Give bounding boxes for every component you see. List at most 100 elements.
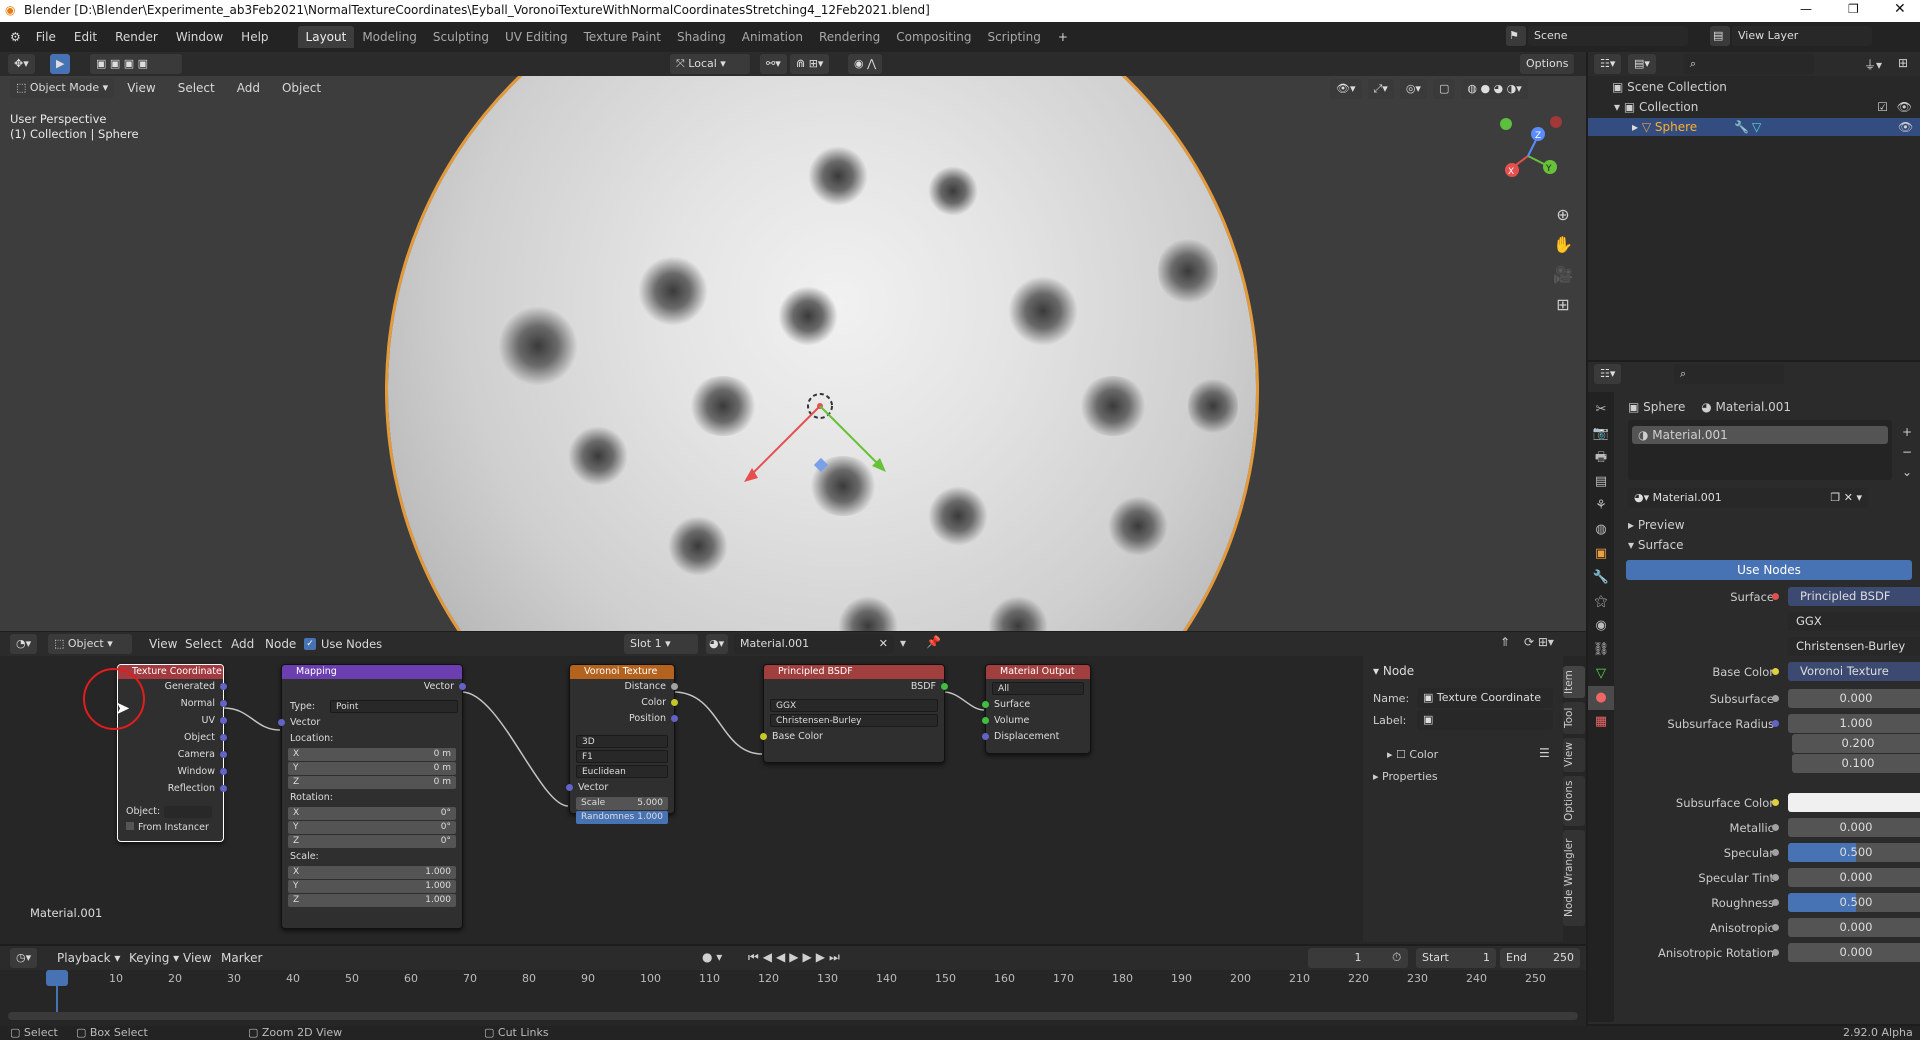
parent-node-icon[interactable]: ⇑ <box>1500 635 1510 649</box>
object-tab-icon[interactable]: ▣ <box>1588 542 1614 566</box>
proportional-edit-icon[interactable]: ◉ ⋀ <box>848 54 883 74</box>
shading-modes-icon[interactable]: ◍ ● ◕ ◑▾ <box>1461 79 1528 99</box>
node-mapping-title[interactable]: Mapping <box>282 665 462 679</box>
shader-type-dropdown[interactable]: ⬚ Object ▾ <box>48 634 132 654</box>
transform-gizmo[interactable] <box>740 376 920 556</box>
zoom-icon[interactable]: ⊕ <box>1553 200 1573 230</box>
prop-value[interactable]: 0.000 <box>1788 943 1920 962</box>
bsdf-base-color-input[interactable]: Base Color <box>760 729 944 745</box>
prop-value[interactable]: 0.000 <box>1788 818 1920 837</box>
physics-tab-icon[interactable]: ◉ <box>1588 614 1614 638</box>
modifier-tab-icon[interactable]: 🔧 <box>1588 566 1614 590</box>
prop-value[interactable]: 0.200 <box>1792 734 1920 753</box>
remove-slot-icon[interactable]: − <box>1902 442 1912 462</box>
node-color-toggle[interactable]: ▸ ☐ Color <box>1387 748 1438 761</box>
viewport-menu-object[interactable]: Object <box>273 78 330 98</box>
playhead[interactable] <box>46 970 68 986</box>
menu-window[interactable]: Window <box>167 26 232 48</box>
preview-panel-toggle[interactable]: ▸ Preview <box>1628 518 1685 532</box>
add-workspace-icon[interactable]: + <box>1049 26 1077 48</box>
filter-icon[interactable]: ⏚▾ <box>1864 56 1882 73</box>
node-panel-header[interactable]: ▾ Node <box>1373 664 1414 678</box>
menu-help[interactable]: Help <box>232 26 277 48</box>
object-mode-dropdown[interactable]: ⬚ Object Mode ▾ <box>10 78 115 98</box>
collection-checkbox[interactable]: ☑ <box>1877 100 1888 114</box>
socket-reflection[interactable]: Reflection <box>118 781 227 798</box>
location-y[interactable]: Y0 m <box>288 762 456 775</box>
outliner-editor-icon[interactable]: ☷▾ <box>1594 54 1622 74</box>
prop-value[interactable]: GGX <box>1788 612 1920 631</box>
camera-icon[interactable]: 🎥 <box>1553 260 1573 290</box>
visibility-icon[interactable]: 👁▾ <box>1330 79 1362 99</box>
gizmo-icon[interactable]: ⤢▾ <box>1367 79 1394 99</box>
node-editor-type-icon[interactable]: ◔▾ <box>10 634 38 654</box>
tab-texture-paint[interactable]: Texture Paint <box>576 26 669 48</box>
editor-type-icon[interactable]: ✥▾ <box>8 54 35 74</box>
output-tab-icon[interactable]: 🖶 <box>1588 446 1614 470</box>
node-voronoi-title[interactable]: Voronoi Texture <box>570 665 674 679</box>
socket-dot-icon[interactable] <box>1772 899 1779 906</box>
tab-rendering[interactable]: Rendering <box>811 26 888 48</box>
bsdf-distribution-dropdown[interactable]: GGX <box>770 699 938 712</box>
socket-dot-icon[interactable] <box>1772 824 1779 831</box>
material-datablock-field[interactable]: ◕▾ Material.001 ❐ ✕ ▾ <box>1628 488 1868 508</box>
node-name-field[interactable]: ▣ Texture Coordinate <box>1417 688 1553 708</box>
rotation-x[interactable]: X 0° <box>288 807 456 820</box>
viewport-menu-select[interactable]: Select <box>169 78 224 98</box>
outliner[interactable]: ☷▾ ▤▾ ⌕ ⏚▾ ⊞ ▣ Scene Collection ▾ ▣ Coll… <box>1588 52 1920 360</box>
prop-value[interactable]: 0.500 <box>1788 843 1920 862</box>
start-frame-field[interactable]: Start 1 <box>1416 948 1496 968</box>
menu-edit[interactable]: Edit <box>65 26 106 48</box>
node-bsdf-title[interactable]: Principled BSDF <box>764 665 944 679</box>
timeline-menu-playback[interactable]: Playback ▾ <box>48 947 129 969</box>
socket-dot-icon[interactable] <box>1772 668 1779 675</box>
maximize-icon[interactable]: ❐ <box>1848 2 1859 16</box>
tool-tab-icon[interactable]: ✂ <box>1588 398 1614 422</box>
snap-node-icon[interactable]: ⟳ ⊞▾ <box>1524 635 1554 649</box>
blender-menu-icon[interactable]: ⚙ <box>10 30 21 44</box>
outliner-search-input[interactable]: ⌕ <box>1684 54 1814 74</box>
view-layer-icon[interactable]: ▤ <box>1710 26 1730 46</box>
scene-tab-icon[interactable]: ⚘ <box>1588 494 1614 518</box>
render-tab-icon[interactable]: 📷 <box>1588 422 1614 446</box>
location-z[interactable]: Z0 m <box>288 776 456 789</box>
node-material-output[interactable]: Material Output All Surface Volume Displ… <box>982 664 1091 754</box>
mapping-vector-input[interactable]: Vector <box>278 715 462 731</box>
voronoi-feature-dropdown[interactable]: F1 <box>576 750 668 763</box>
tab-tool[interactable]: Tool <box>1563 702 1585 734</box>
world-tab-icon[interactable]: ◍ <box>1588 518 1614 542</box>
tab-scripting[interactable]: Scripting <box>979 26 1048 48</box>
surface-panel-toggle[interactable]: ▾ Surface <box>1628 538 1684 552</box>
use-nodes-checkbox[interactable]: ✓ Use Nodes <box>304 637 382 651</box>
collection-row[interactable]: ▾ ▣ Collection ☑ 👁 <box>1614 100 1918 114</box>
menu-file[interactable]: File <box>27 26 65 48</box>
prop-value[interactable] <box>1788 793 1920 812</box>
voronoi-scale-field[interactable]: Scale 5.000 <box>576 797 668 810</box>
bsdf-subsurface-method-dropdown[interactable]: Christensen-Burley <box>770 714 938 727</box>
select-tool-icon[interactable]: ▶ <box>50 54 71 74</box>
output-target-dropdown[interactable]: All <box>992 682 1084 695</box>
scene-field[interactable]: Scene <box>1528 26 1688 46</box>
rotation-z[interactable]: Z 0° <box>288 835 456 848</box>
socket-dot-icon[interactable] <box>1772 949 1779 956</box>
output-displacement-input[interactable]: Displacement <box>982 729 1090 745</box>
tab-modeling[interactable]: Modeling <box>354 26 425 48</box>
mesh-data-icon[interactable]: ▽ <box>1752 120 1761 134</box>
mapping-type-row[interactable]: Type: Point <box>282 699 462 715</box>
socket-dot-icon[interactable] <box>1772 720 1779 727</box>
socket-dot-icon[interactable] <box>1772 874 1779 881</box>
constraints-tab-icon[interactable]: ⛓ <box>1588 638 1614 662</box>
scale-y[interactable]: Y 1.000 <box>288 880 456 893</box>
viewport-menu-add[interactable]: Add <box>228 78 269 98</box>
rotation-y[interactable]: Y 0° <box>288 821 456 834</box>
socket-dot-icon[interactable] <box>1772 593 1779 600</box>
sphere-row[interactable]: ▸ ▽ Sphere 🔧 ▽ 👁 <box>1588 118 1920 136</box>
particles-tab-icon[interactable]: ⚝ <box>1588 590 1614 614</box>
tab-compositing[interactable]: Compositing <box>888 26 979 48</box>
voronoi-position-output[interactable]: Position <box>570 711 678 727</box>
pan-hand-icon[interactable]: ✋ <box>1553 230 1573 260</box>
node-editor-canvas[interactable]: Texture Coordinate Generated Normal UV O… <box>0 656 1586 944</box>
tab-view[interactable]: View <box>1563 738 1585 772</box>
tab-node-wrangler[interactable]: Node Wrangler <box>1563 830 1585 926</box>
voronoi-distance-output[interactable]: Distance <box>570 679 678 695</box>
